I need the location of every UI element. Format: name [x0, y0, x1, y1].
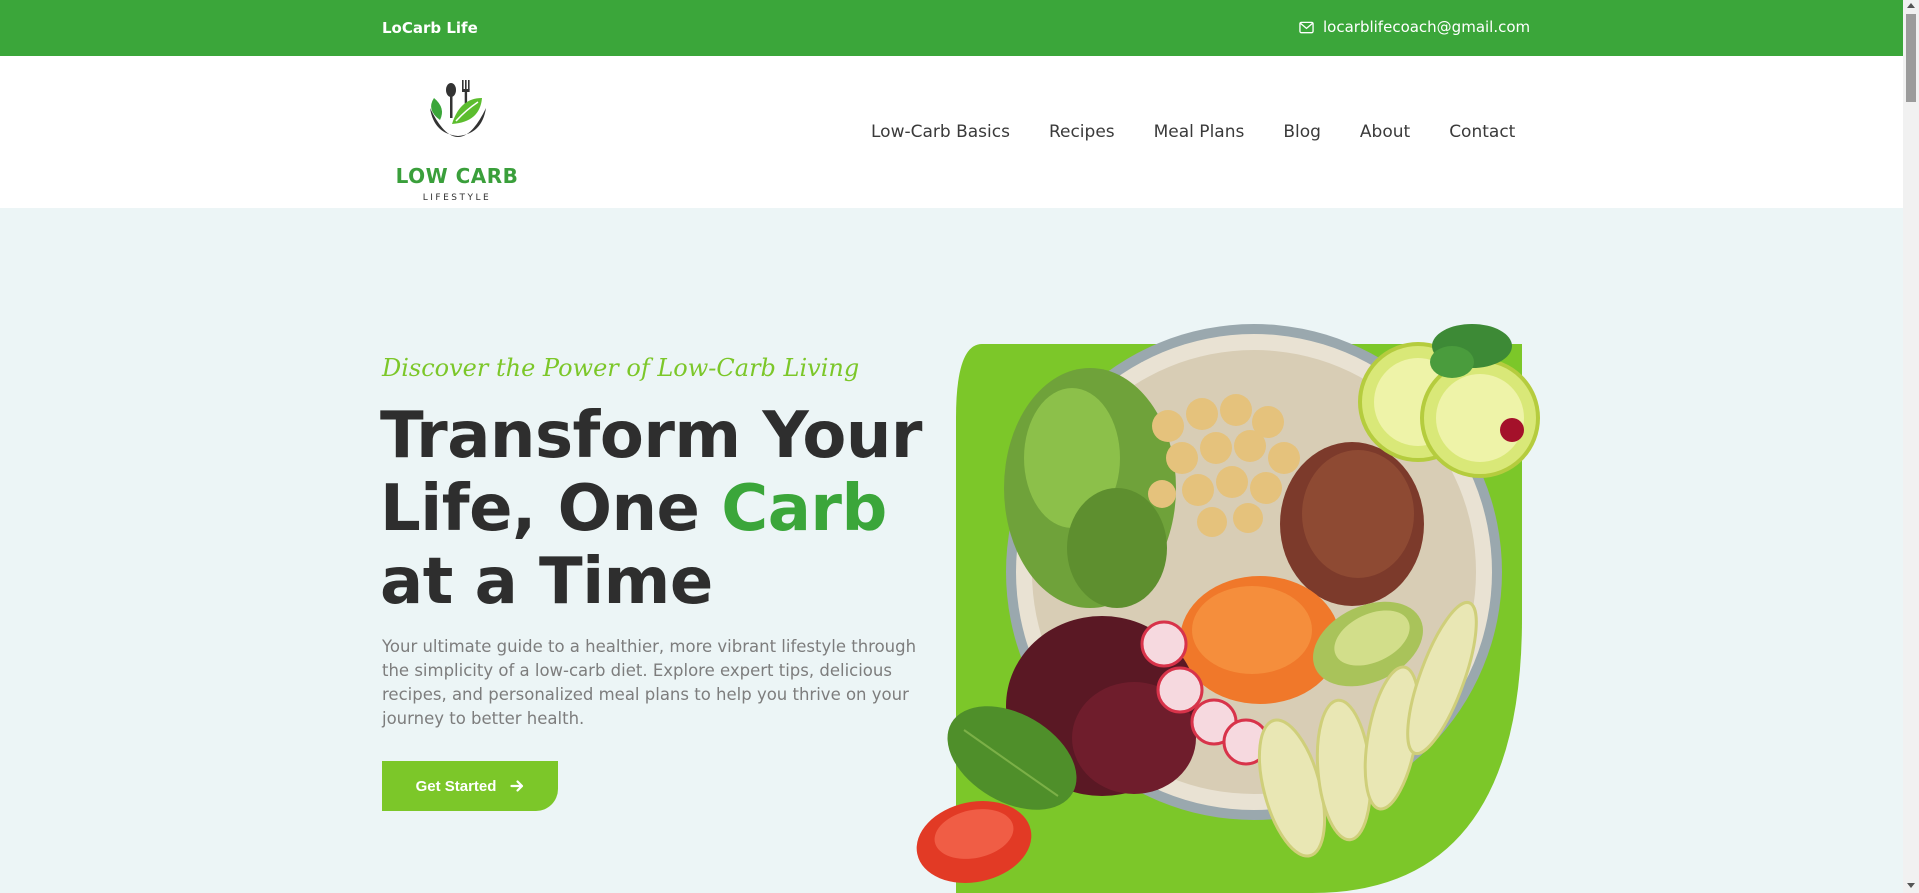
nav-about[interactable]: About: [1360, 122, 1410, 142]
nav-recipes[interactable]: Recipes: [1049, 122, 1115, 142]
site-logo[interactable]: LOW CARB LIFESTYLE: [390, 76, 524, 203]
scrollbar-thumb[interactable]: [1906, 14, 1916, 102]
nav-contact[interactable]: Contact: [1449, 122, 1515, 142]
headline-accent: Carb: [721, 472, 887, 546]
top-bar: LoCarb Life locarblifecoach@gmail.com: [0, 0, 1903, 56]
main-nav: Low-Carb Basics Recipes Meal Plans Blog …: [871, 122, 1515, 142]
plate-leaf-icon: [430, 80, 486, 137]
salad-bowl-image: [916, 324, 1540, 893]
envelope-icon: [1299, 21, 1314, 33]
scroll-down-icon[interactable]: [1907, 883, 1915, 888]
top-bar-email[interactable]: locarblifecoach@gmail.com: [1299, 18, 1530, 36]
email-address: locarblifecoach@gmail.com: [1323, 18, 1531, 36]
nav-low-carb-basics[interactable]: Low-Carb Basics: [871, 122, 1010, 142]
page-scrollbar[interactable]: [1903, 0, 1919, 893]
headline-part2: at a Time: [380, 545, 713, 619]
get-started-label: Get Started: [415, 777, 497, 795]
hero-description: Your ultimate guide to a healthier, more…: [382, 637, 917, 728]
scroll-up-icon[interactable]: [1907, 3, 1915, 8]
site-header: LOW CARB LIFESTYLE Low-Carb Basics Recip…: [0, 56, 1903, 208]
nav-blog[interactable]: Blog: [1283, 122, 1321, 142]
hero-headline: Transform Your Life, One Carb at a Time: [380, 400, 960, 619]
get-started-button[interactable]: Get Started: [382, 761, 558, 811]
nav-meal-plans[interactable]: Meal Plans: [1154, 122, 1245, 142]
logo-name: LOW CARB: [395, 164, 519, 188]
logo-subtitle: LIFESTYLE: [422, 193, 492, 203]
arrow-right-icon: [510, 780, 524, 792]
hero-tagline: Discover the Power of Low-Carb Living: [382, 354, 860, 382]
top-bar-brand[interactable]: LoCarb Life: [382, 19, 478, 37]
